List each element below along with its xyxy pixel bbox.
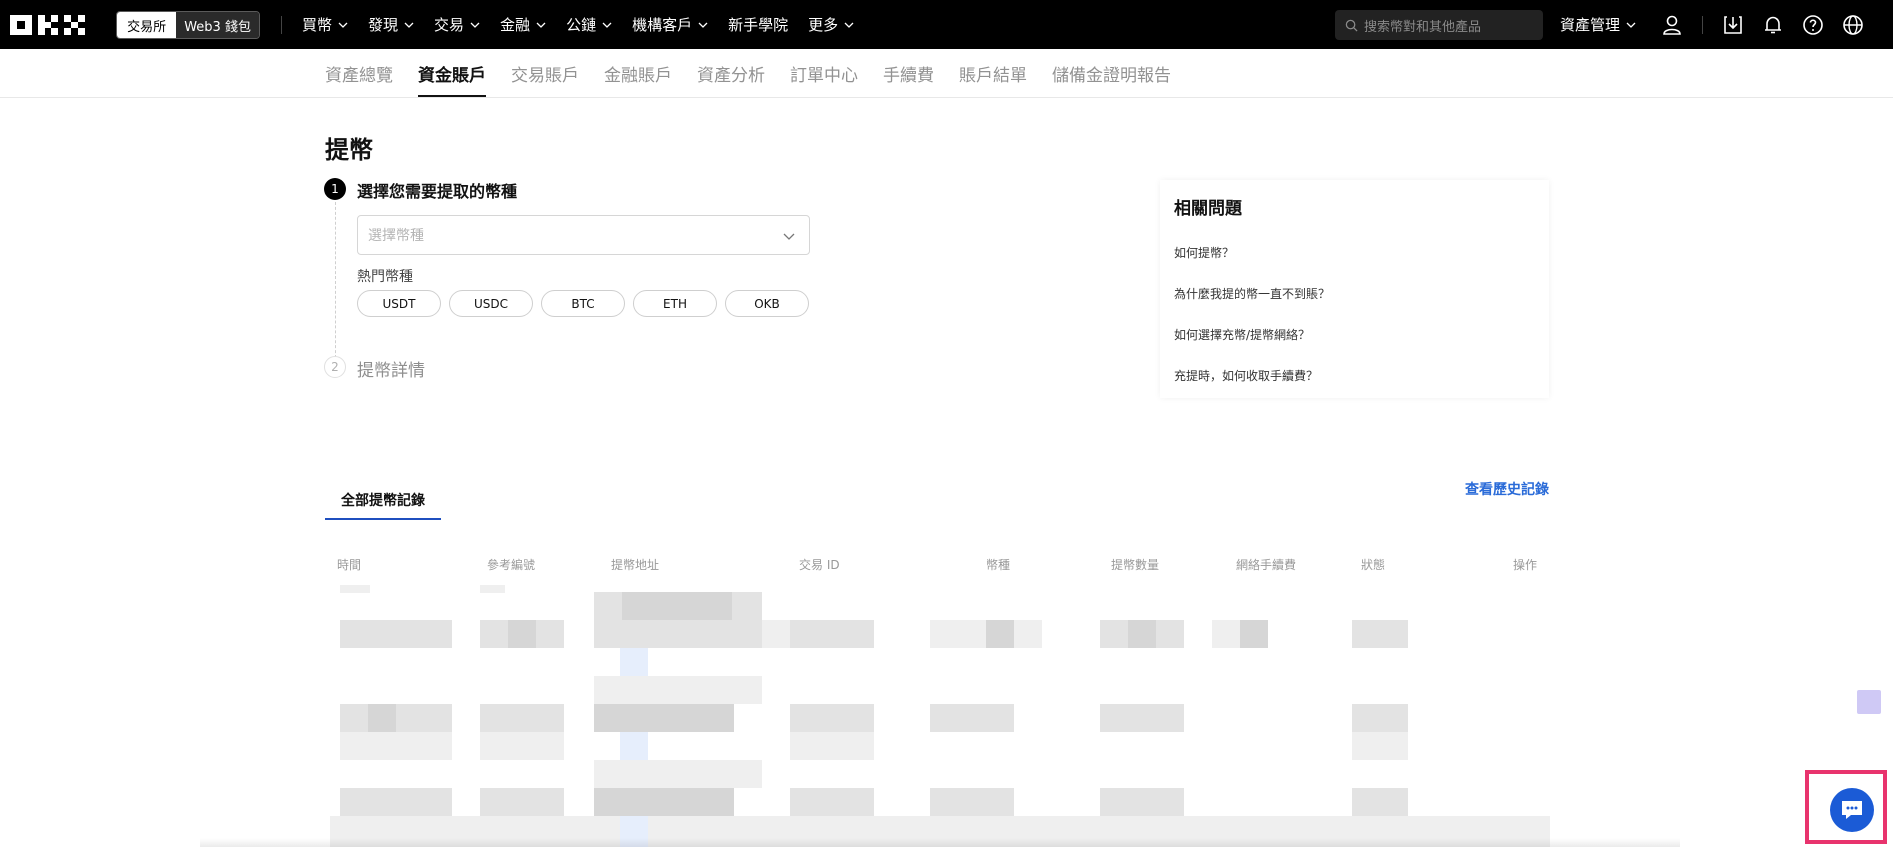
chevron-down-icon [783, 233, 795, 240]
faq-title: 相關問題 [1174, 199, 1242, 219]
hot-coins-label: 熱門幣種 [357, 269, 413, 285]
table-row [340, 704, 452, 732]
globe-icon[interactable] [1841, 13, 1865, 37]
coin-chip-okb[interactable]: OKB [725, 290, 809, 317]
column-header-action: 操作 [1513, 558, 1538, 572]
tab-finance-account[interactable]: 金融賬戶 [604, 49, 672, 97]
asset-management-menu[interactable]: 資產管理 [1560, 0, 1636, 49]
chevron-down-icon [404, 22, 414, 28]
chat-icon [1842, 801, 1862, 819]
column-header-address: 提幣地址 [611, 558, 660, 572]
nav-label: 新手學院 [728, 16, 789, 34]
mode-web3-tab[interactable]: Web3 錢包 [176, 12, 259, 38]
bottom-shadow [200, 838, 1680, 847]
nav-item-institutional[interactable]: 機構客戶 [632, 14, 708, 35]
step-1-title: 選擇您需要提取的幣種 [357, 182, 518, 201]
faq-link[interactable]: 如何選擇充幣/提幣網絡？ [1174, 326, 1310, 343]
asset-management-label: 資產管理 [1560, 16, 1621, 34]
search-input[interactable]: 搜索幣對和其他產品 [1335, 10, 1543, 40]
search-placeholder: 搜索幣對和其他產品 [1364, 19, 1482, 35]
account-subnav: 資產總覽 資金賬戶 交易賬戶 金融賬戶 資產分析 訂單中心 手續費 賬戶結單 儲… [0, 49, 1893, 98]
view-history-link[interactable]: 查看歷史記錄 [1465, 479, 1549, 499]
faq-link[interactable]: 為什麼我提的幣一直不到賬？ [1174, 285, 1330, 302]
tab-order-center[interactable]: 訂單中心 [790, 49, 858, 97]
column-header-txid: 交易 ID [799, 558, 840, 572]
user-icon[interactable] [1660, 13, 1684, 37]
tab-asset-analysis[interactable]: 資產分析 [697, 49, 765, 97]
chevron-down-icon [470, 22, 480, 28]
icon-divider [1702, 16, 1703, 34]
help-icon[interactable] [1801, 13, 1825, 37]
chevron-down-icon [698, 22, 708, 28]
column-header-time: 時間 [337, 558, 362, 572]
chevron-down-icon [844, 22, 854, 28]
coin-chip-btc[interactable]: BTC [541, 290, 625, 317]
coin-chip-usdc[interactable]: USDC [449, 290, 533, 317]
nav-label: 買幣 [302, 16, 333, 34]
chevron-down-icon [536, 22, 546, 28]
column-header-coin: 幣種 [986, 558, 1011, 572]
chevron-down-icon [338, 22, 348, 28]
coin-select-dropdown[interactable]: 選擇幣種 [357, 215, 810, 255]
coin-chip-usdt[interactable]: USDT [357, 290, 441, 317]
faq-link[interactable]: 如何提幣？ [1174, 244, 1234, 261]
table-row [340, 788, 452, 816]
nav-item-trade[interactable]: 交易 [434, 14, 480, 35]
table-row [340, 585, 370, 593]
nav-label: 公鏈 [566, 16, 597, 34]
okx-logo[interactable] [10, 13, 90, 37]
bell-icon[interactable] [1761, 13, 1785, 37]
nav-label: 機構客戶 [632, 16, 693, 34]
tab-fees[interactable]: 手續費 [883, 49, 934, 97]
account-tabs: 資產總覽 資金賬戶 交易賬戶 金融賬戶 資產分析 訂單中心 手續費 賬戶結單 儲… [325, 49, 1196, 97]
tab-funding-account[interactable]: 資金賬戶 [418, 49, 486, 97]
chevron-down-icon [1626, 22, 1636, 28]
tab-all-withdrawal-records[interactable]: 全部提幣記錄 [325, 480, 441, 520]
tab-proof-of-reserves[interactable]: 儲備金證明報告 [1052, 49, 1171, 97]
column-header-amount: 提幣數量 [1111, 558, 1160, 572]
nav-item-finance[interactable]: 金融 [500, 14, 546, 35]
step-1-badge: 1 [324, 178, 346, 200]
nav-label: 交易 [434, 16, 465, 34]
page-title: 提幣 [325, 136, 373, 164]
tab-trading-account[interactable]: 交易賬戶 [511, 49, 579, 97]
step-2-title: 提幣詳情 [357, 361, 425, 381]
search-icon [1345, 19, 1358, 32]
nav-item-discover[interactable]: 發現 [368, 14, 414, 35]
table-row [340, 620, 452, 648]
faq-link[interactable]: 充提時，如何收取手續費？ [1174, 367, 1318, 384]
nav-item-more[interactable]: 更多 [808, 14, 854, 35]
tab-statements[interactable]: 賬戶結單 [959, 49, 1027, 97]
side-widget-tab[interactable] [1857, 690, 1881, 714]
column-header-reference: 參考編號 [487, 558, 536, 572]
top-navbar: 交易所 Web3 錢包 買幣 發現 交易 金融 公鏈 機構客戶 新手學院 更多 … [0, 0, 1893, 49]
tab-asset-overview[interactable]: 資產總覽 [325, 49, 393, 97]
chat-support-button[interactable] [1830, 788, 1874, 832]
nav-divider [281, 16, 282, 34]
mode-exchange-tab[interactable]: 交易所 [117, 12, 177, 38]
coin-chip-eth[interactable]: ETH [633, 290, 717, 317]
nav-item-chain[interactable]: 公鏈 [566, 14, 612, 35]
coin-select-placeholder: 選擇幣種 [368, 228, 424, 244]
chevron-down-icon [602, 22, 612, 28]
hot-coins-list: USDT USDC BTC ETH OKB [357, 290, 809, 317]
download-icon[interactable] [1721, 13, 1745, 37]
column-header-network-fee: 網絡手續費 [1236, 558, 1297, 572]
nav-label: 更多 [808, 16, 839, 34]
nav-item-buy[interactable]: 買幣 [302, 14, 348, 35]
main-nav: 買幣 發現 交易 金融 公鏈 機構客戶 新手學院 更多 [302, 0, 874, 49]
step-2-badge: 2 [324, 356, 346, 378]
mode-switch: 交易所 Web3 錢包 [116, 11, 260, 39]
nav-label: 金融 [500, 16, 531, 34]
column-header-status: 狀態 [1361, 558, 1386, 572]
nav-item-academy[interactable]: 新手學院 [728, 14, 788, 35]
related-questions-panel: 相關問題 如何提幣？ 為什麼我提的幣一直不到賬？ 如何選擇充幣/提幣網絡？ 充提… [1160, 180, 1549, 398]
nav-label: 發現 [368, 16, 399, 34]
step-connector [335, 202, 336, 358]
